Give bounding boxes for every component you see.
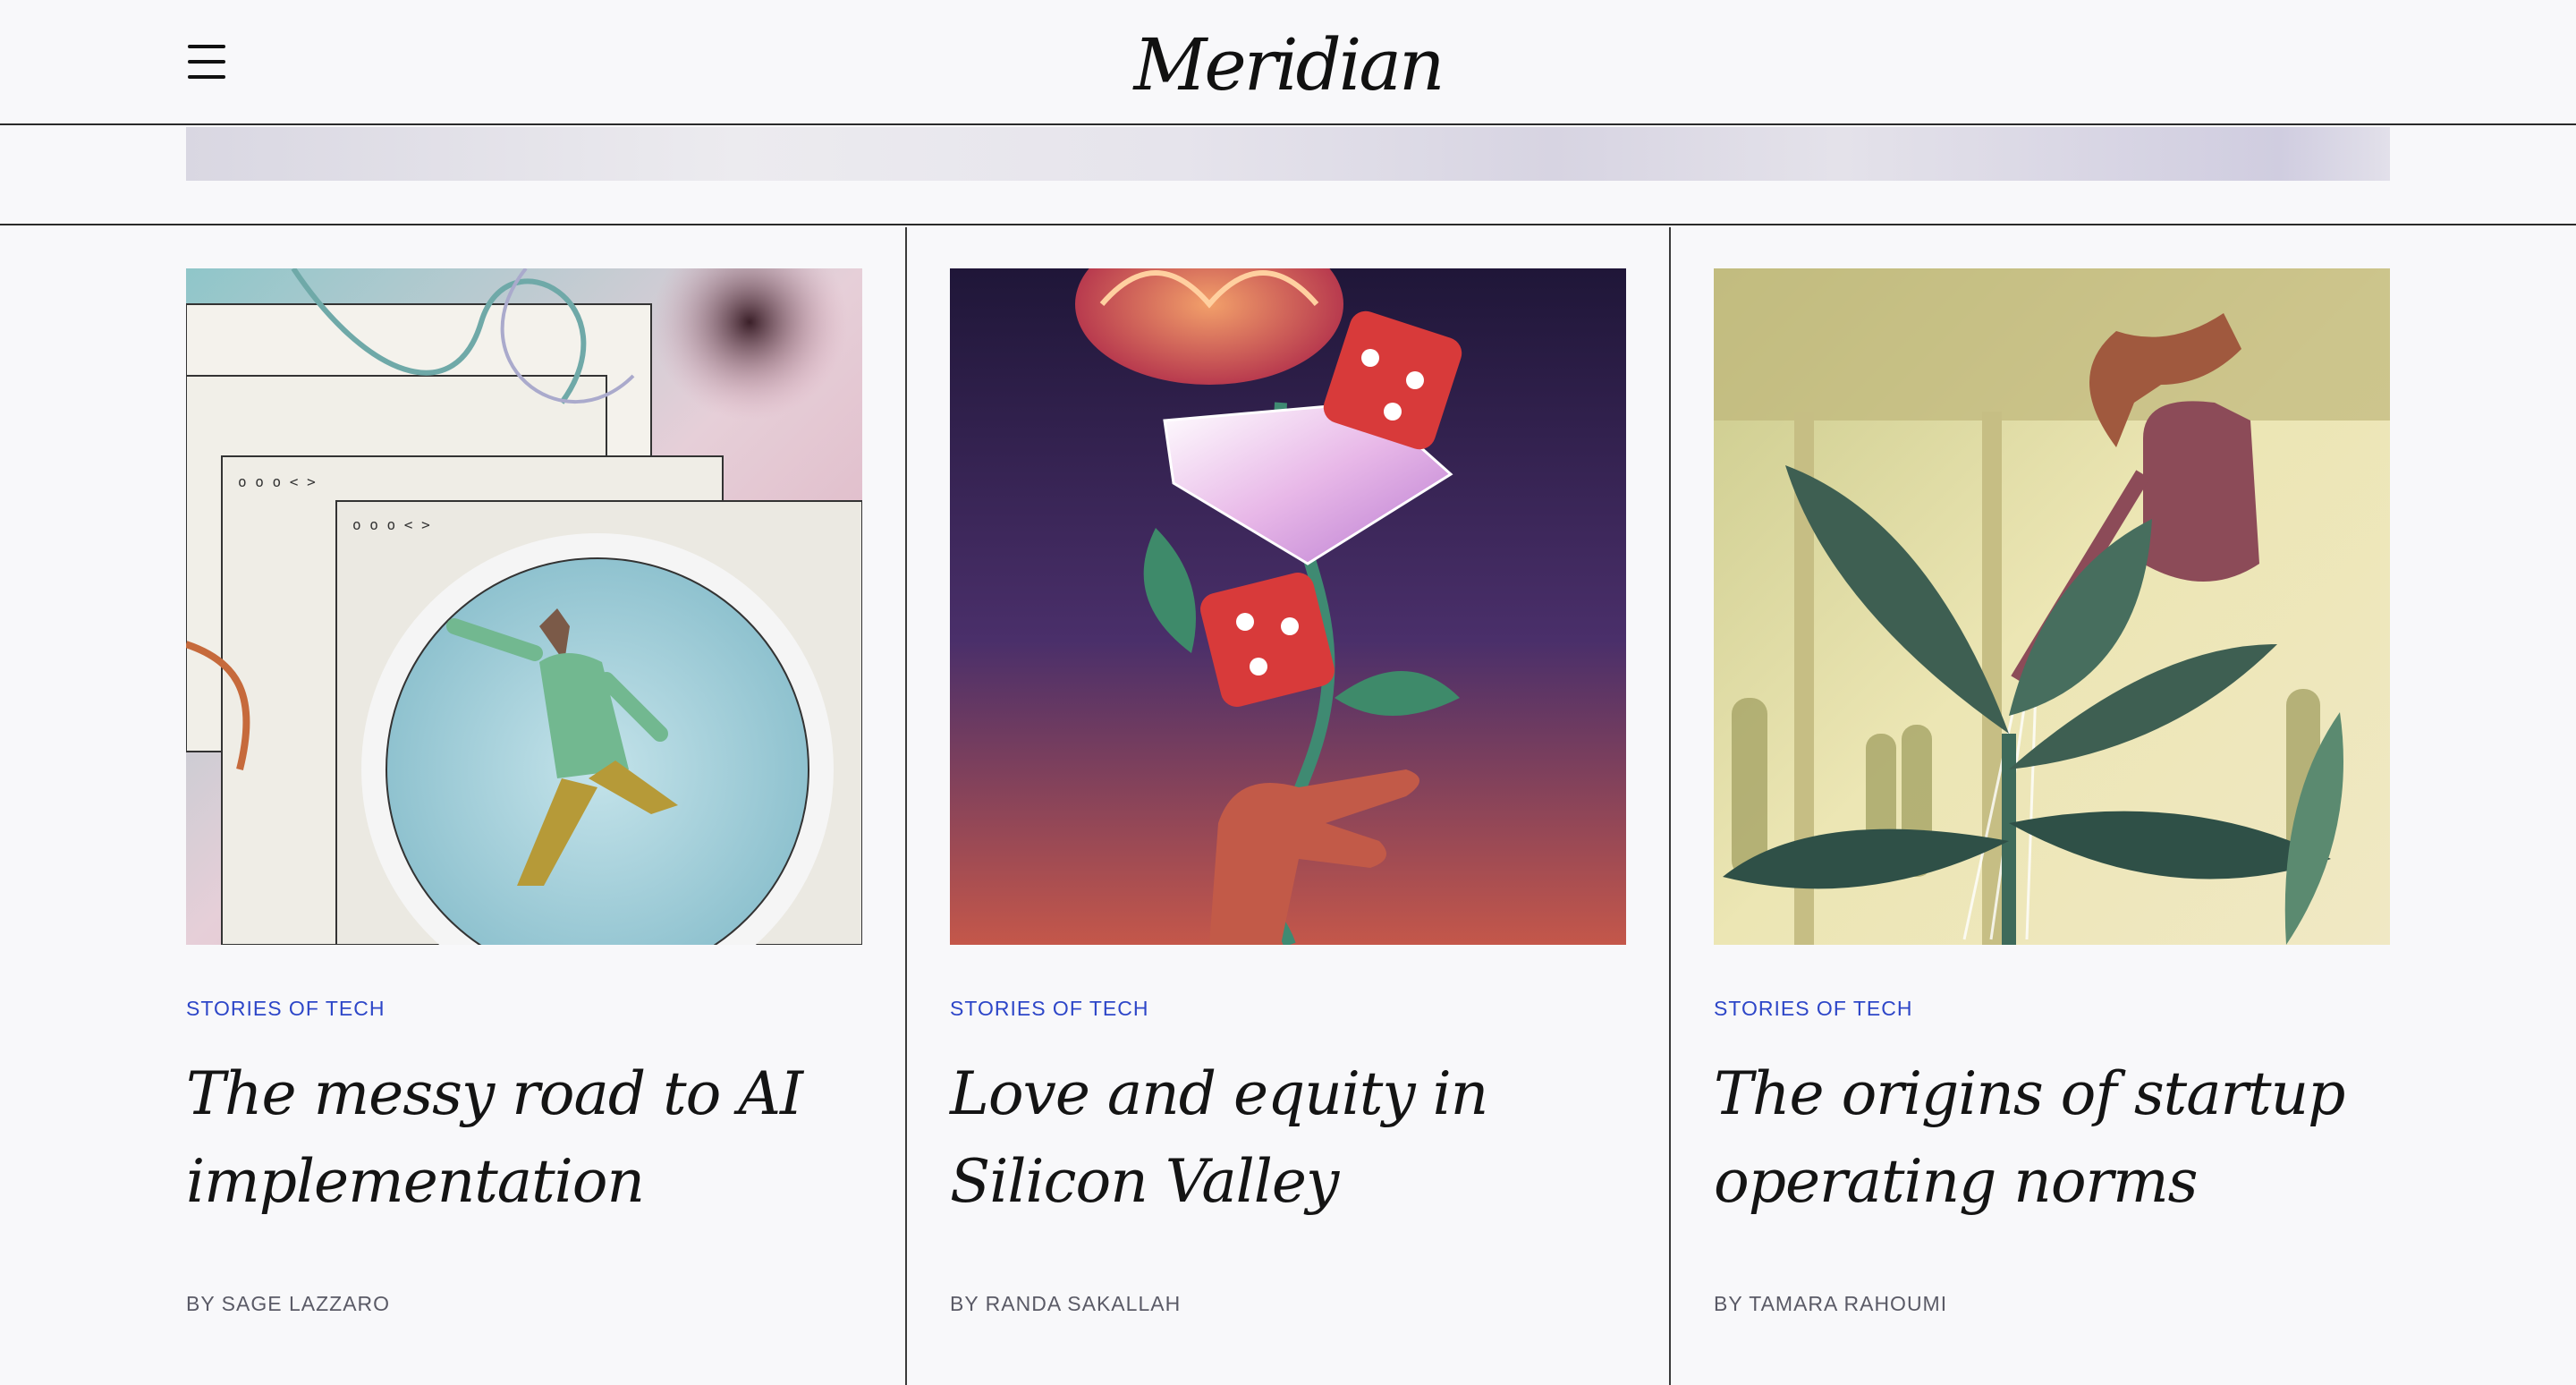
- article-card: STORIES OF TECH The origins of startup o…: [1671, 227, 2576, 1385]
- article-byline: BY TAMARA RAHOUMI: [1714, 1292, 1948, 1315]
- article-title[interactable]: The messy road to AI implementation: [186, 1050, 884, 1226]
- site-header: Meridian: [0, 0, 2576, 125]
- banner-image: [186, 127, 2390, 181]
- article-category[interactable]: STORIES OF TECH: [950, 997, 1148, 1021]
- svg-text:o o o < >: o o o < >: [352, 516, 430, 533]
- site-logo[interactable]: Meridian: [0, 23, 2576, 106]
- article-card: STORIES OF TECH Love and equity in Silic…: [907, 227, 1671, 1385]
- article-title[interactable]: The origins of startup operating norms: [1714, 1050, 2411, 1226]
- article-card: o o o < > o o o < > STORIES OF TECH The …: [0, 227, 907, 1385]
- banner-strip: [0, 127, 2576, 225]
- article-category[interactable]: STORIES OF TECH: [1714, 997, 1912, 1021]
- article-category[interactable]: STORIES OF TECH: [186, 997, 385, 1021]
- article-grid: o o o < > o o o < > STORIES OF TECH The …: [0, 227, 2576, 1385]
- article-image-watering-plant[interactable]: [1714, 268, 2390, 945]
- svg-text:o o o < >: o o o < >: [238, 473, 316, 490]
- article-title[interactable]: Love and equity in Silicon Valley: [950, 1050, 1648, 1226]
- article-image-hamster-wheel[interactable]: o o o < > o o o < >: [186, 268, 862, 945]
- article-image-rose-dice[interactable]: [950, 268, 1626, 945]
- article-byline: BY SAGE LAZZARO: [186, 1292, 391, 1315]
- article-byline: BY RANDA SAKALLAH: [950, 1292, 1182, 1315]
